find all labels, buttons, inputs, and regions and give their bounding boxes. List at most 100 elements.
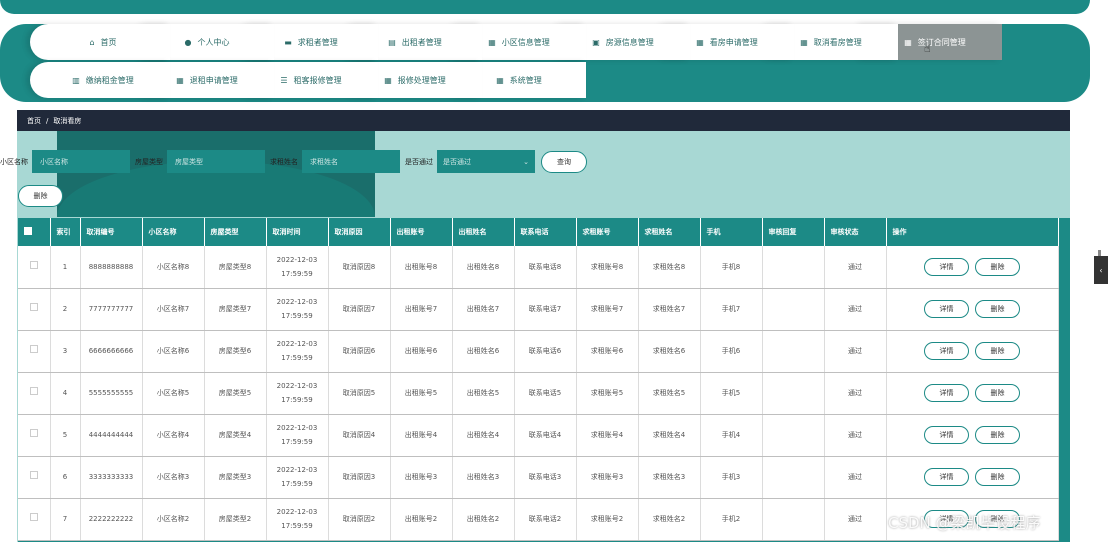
nav-label: 个人中心 — [197, 37, 230, 47]
row-delete-button[interactable]: 删除 — [975, 257, 1020, 276]
cell-idx: 7 — [50, 498, 81, 541]
nav-item-row1-0[interactable]: ⌂ 首页 — [30, 24, 170, 60]
cell-tenant_name: 求租姓名3 — [638, 456, 701, 499]
cell-actions: 详情 删除 — [886, 456, 1059, 499]
collapse-panel-icon[interactable]: ‹ — [1094, 256, 1108, 284]
table-row[interactable]: 4 5555555555 小区名称5 房屋类型5 2022-12-03 17:59:59 取… — [18, 372, 1059, 415]
cell-mobile: 手机3 — [700, 456, 763, 499]
select-all-checkbox[interactable] — [24, 227, 32, 235]
watermark: CSDN @梁凯毕设程序 — [888, 514, 1041, 532]
nav-row-2: ▥ 缴纳租金管理 ▦ 退租申请管理 ☰ 租客报修管理 ▦ 报修处理管理 ▦ 系统管理 — [30, 62, 586, 98]
approved-select[interactable]: 是否通过 ⌄ — [437, 150, 535, 173]
nav-label: 退租申请管理 — [189, 75, 238, 85]
cell-idx: 1 — [50, 246, 81, 289]
cell-mobile: 手机7 — [700, 288, 763, 331]
query-button[interactable]: 查询 — [541, 150, 587, 173]
cell-actions: 详情 删除 — [886, 246, 1059, 289]
user-icon: ● — [184, 37, 192, 47]
cell-owner_acct: 出租账号3 — [390, 456, 453, 499]
detail-button[interactable]: 详情 — [924, 384, 969, 402]
column-header: 取消原因 — [328, 218, 391, 246]
cell-reason: 取消原因6 — [328, 330, 391, 373]
cancel-date: 2022-12-03 — [276, 298, 318, 306]
cell-owner_name: 出租姓名7 — [452, 288, 515, 331]
cell-type: 房屋类型8 — [204, 246, 267, 289]
row-delete-button[interactable]: 删除 — [975, 342, 1020, 360]
cancel-time: 17:59:59 — [281, 396, 313, 404]
row-checkbox-cell — [18, 246, 51, 289]
table-row[interactable]: 2 7777777777 小区名称7 房屋类型7 2022-12-03 17:59:59 取… — [18, 288, 1059, 331]
cell-owner_acct: 出租账号2 — [390, 498, 453, 541]
nav-label: 求租者管理 — [297, 37, 338, 47]
row-checkbox[interactable] — [29, 471, 38, 479]
cell-reply — [762, 372, 825, 415]
cell-reply — [762, 456, 825, 499]
cell-community: 小区名称3 — [142, 456, 205, 499]
cell-reply — [762, 288, 825, 331]
row-delete-button[interactable]: 删除 — [975, 300, 1020, 318]
sliders-icon: ☰ — [280, 75, 288, 85]
row-checkbox[interactable] — [29, 387, 38, 395]
grid-icon: ▦ — [800, 37, 808, 47]
row-checkbox-cell — [18, 456, 51, 499]
detail-button[interactable]: 详情 — [924, 426, 969, 444]
detail-button[interactable]: 详情 — [924, 468, 969, 486]
row-checkbox[interactable] — [29, 260, 38, 269]
column-header: 取消时间 — [266, 218, 329, 246]
community-input[interactable]: 小区名称 — [32, 150, 130, 173]
tenant-name-input[interactable]: 求租姓名 — [302, 150, 400, 173]
nav-label: 租客报修管理 — [293, 75, 342, 85]
table-row[interactable]: 3 6666666666 小区名称6 房屋类型6 2022-12-03 17:59:59 取… — [18, 330, 1059, 373]
cell-type: 房屋类型4 — [204, 414, 267, 457]
detail-button[interactable]: 详情 — [924, 257, 969, 276]
cell-no: 4444444444 — [80, 414, 143, 457]
table-row[interactable]: 5 4444444444 小区名称4 房屋类型4 2022-12-03 17:59:59 取… — [18, 414, 1059, 457]
house-type-input[interactable]: 房屋类型 — [167, 150, 265, 173]
nav-item-row2-0[interactable]: ▥ 缴纳租金管理 — [30, 62, 170, 98]
breadcrumb-separator: / — [46, 116, 49, 125]
delete-button[interactable]: 删除 — [18, 185, 63, 207]
bar-chart-icon: ▥ — [72, 75, 80, 85]
top-banner — [0, 0, 1090, 14]
cell-tenant_acct: 求租账号6 — [576, 330, 639, 373]
cell-community: 小区名称5 — [142, 372, 205, 415]
cell-owner_name: 出租姓名5 — [452, 372, 515, 415]
row-checkbox[interactable] — [29, 303, 38, 311]
column-header: 联系电话 — [514, 218, 577, 246]
cell-no: 5555555555 — [80, 372, 143, 415]
cancel-time: 17:59:59 — [281, 354, 313, 362]
cell-tenant_acct: 求租账号3 — [576, 456, 639, 499]
cell-type: 房屋类型5 — [204, 372, 267, 415]
nav-label: 首页 — [100, 37, 117, 47]
row-checkbox[interactable] — [29, 345, 38, 353]
cell-status: 通过 — [824, 498, 887, 541]
cell-owner_acct: 出租账号7 — [390, 288, 453, 331]
breadcrumb-home[interactable]: 首页 — [27, 116, 41, 126]
cell-cancel-time: 2022-12-03 17:59:59 — [266, 372, 329, 415]
cell-owner_name: 出租姓名6 — [452, 330, 515, 373]
briefcase-icon: ▣ — [592, 37, 600, 47]
cell-phone: 联系电话7 — [514, 288, 577, 331]
row-delete-button[interactable]: 删除 — [975, 468, 1020, 486]
column-header: 手机 — [700, 218, 763, 246]
row-delete-button[interactable]: 删除 — [975, 384, 1020, 402]
cell-mobile: 手机8 — [700, 246, 763, 289]
column-header: 出租账号 — [390, 218, 453, 246]
table-row[interactable]: 6 3333333333 小区名称3 房屋类型3 2022-12-03 17:59:59 取… — [18, 456, 1059, 499]
row-checkbox[interactable] — [29, 429, 38, 437]
detail-button[interactable]: 详情 — [924, 300, 969, 318]
cancel-time: 17:59:59 — [281, 312, 313, 320]
row-checkbox-cell — [18, 372, 51, 415]
row-delete-button[interactable]: 删除 — [975, 426, 1020, 444]
nav-label: 房源信息管理 — [605, 37, 654, 47]
cell-reason: 取消原因7 — [328, 288, 391, 331]
cell-cancel-time: 2022-12-03 17:59:59 — [266, 330, 329, 373]
cell-owner_name: 出租姓名2 — [452, 498, 515, 541]
cancel-date: 2022-12-03 — [276, 424, 318, 432]
table-row[interactable]: 1 8888888888 小区名称8 房屋类型8 2022-12-03 17:59:59 取… — [18, 246, 1059, 289]
row-checkbox[interactable] — [29, 513, 38, 521]
detail-button[interactable]: 详情 — [924, 342, 969, 360]
cell-reason: 取消原因5 — [328, 372, 391, 415]
column-header: 取消编号 — [80, 218, 143, 246]
cancel-date: 2022-12-03 — [276, 508, 318, 516]
